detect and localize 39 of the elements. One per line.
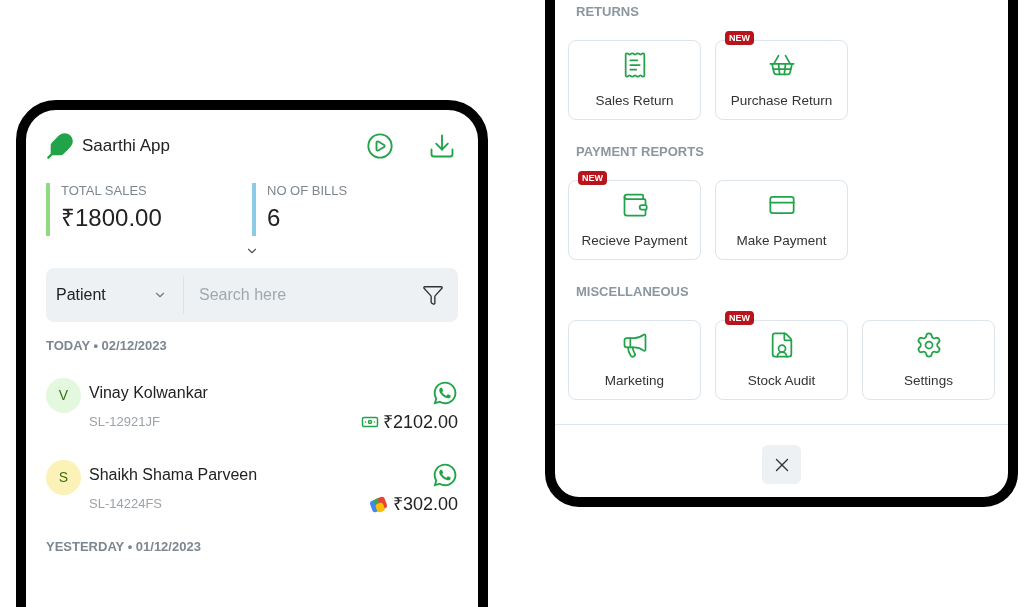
filter-icon	[422, 284, 444, 306]
stat-label: TOTAL SALES	[61, 183, 148, 199]
download-button[interactable]	[428, 132, 456, 160]
section-heading: PAYMENT REPORTS	[576, 144, 705, 160]
menu-tile[interactable]: Sales Return	[568, 40, 701, 120]
menu-tile[interactable]: Marketing	[568, 320, 701, 400]
bill-number: SL-14224FS	[89, 495, 162, 514]
stat-value: 6	[267, 203, 282, 233]
play-button[interactable]	[366, 132, 394, 160]
section-heading: MISCELLANEOUS	[576, 284, 690, 300]
search-field[interactable]: Search here	[184, 268, 408, 322]
date-heading: YESTERDAY • 01/12/2023	[46, 539, 202, 555]
menu-tile[interactable]: Settings	[862, 320, 995, 400]
new-badge: NEW	[725, 31, 754, 45]
menu-tile[interactable]: Recieve Payment	[568, 180, 701, 260]
avatar: V	[46, 378, 81, 413]
filter-button[interactable]	[408, 268, 458, 322]
stat-value: ₹1800.00	[61, 203, 162, 233]
wallet-cards-icon	[368, 494, 389, 514]
date-heading: TODAY • 02/12/2023	[46, 338, 168, 354]
section-heading: RETURNS	[576, 4, 640, 20]
filter-dropdown[interactable]: Patient	[46, 268, 183, 322]
whatsapp-icon[interactable]	[432, 380, 458, 406]
avatar: S	[46, 460, 81, 495]
new-badge: NEW	[725, 311, 754, 325]
customer-name: Vinay Kolwankar	[89, 383, 208, 403]
close-button[interactable]	[762, 445, 801, 484]
amount: ₹2102.00	[382, 410, 458, 434]
new-badge: NEW	[578, 171, 607, 185]
stat-label: NO OF BILLS	[267, 183, 348, 199]
menu-tile[interactable]: Stock Audit	[715, 320, 848, 400]
menu-tile[interactable]: Make Payment	[715, 180, 848, 260]
app-title: Saarthi App	[82, 135, 170, 158]
customer-name: Shaikh Shama Parveen	[89, 465, 258, 485]
amount: ₹302.00	[392, 492, 458, 516]
menu-tile[interactable]: Purchase Return	[715, 40, 848, 120]
bill-number: SL-12921JF	[89, 413, 160, 432]
leaf-logo-icon	[46, 132, 74, 160]
whatsapp-icon[interactable]	[432, 462, 458, 488]
